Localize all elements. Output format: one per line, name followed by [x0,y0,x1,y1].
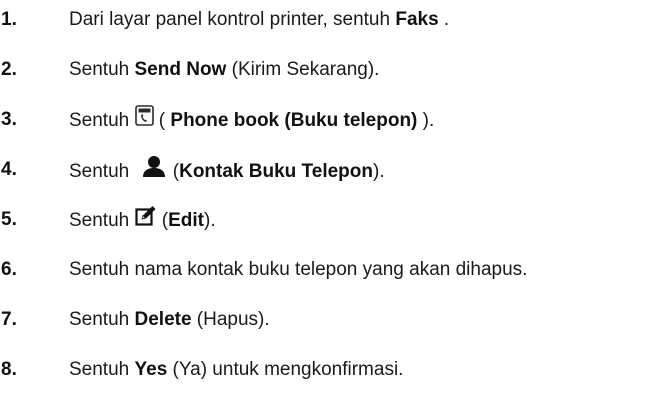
step-text-bold: Send Now [134,59,227,80]
step-text-before: Sentuh nama kontak buku telepon yang aka… [69,259,528,280]
step-text-after: (Ya) untuk mengkonfirmasi. [167,359,404,380]
step-text: Sentuh (Edit). [69,205,216,236]
step-text-before: Sentuh [69,161,135,182]
step-4: 4. Sentuh (Kontak Buku Telepon). [0,155,661,185]
phone-book-icon [134,105,154,136]
step-text-after: . [438,9,450,30]
step-text-bold: Delete [134,309,192,330]
step-7: 7. Sentuh Delete (Hapus). [0,305,661,335]
step-text: Sentuh Send Now (Kirim Sekarang). [69,55,379,85]
step-number: 3. [1,109,17,130]
step-text-before: Sentuh [69,59,135,80]
step-text-bold: Kontak Buku Telepon [179,161,373,182]
step-number: 4. [1,159,17,180]
step-text-before: Dari layar panel kontrol printer, sentuh [69,9,396,30]
step-text: Sentuh Delete (Hapus). [69,305,270,335]
step-1: 1. Dari layar panel kontrol printer, sen… [0,5,661,35]
step-text: Sentuh ( Phone book (Buku telepon) ). [69,105,434,136]
step-text-before: Sentuh [69,309,135,330]
step-text-bold: Edit [168,209,204,231]
step-text-after: ). [373,161,385,182]
step-text-before: Sentuh [69,209,135,231]
step-number: 7. [1,309,17,330]
step-text-after: (Kirim Sekarang). [226,59,380,80]
step-number: 5. [1,209,17,230]
step-text-mid: ( [153,109,171,131]
step-text: Sentuh (Kontak Buku Telepon). [69,155,385,189]
step-text-bold: Yes [134,359,168,380]
step-5: 5. Sentuh (Edit). [0,205,661,235]
step-number: 2. [1,59,17,80]
step-3: 3. Sentuh ( Phone book (Buku telepon) ). [0,105,661,135]
step-text-mid: ( [156,209,169,231]
edit-icon [134,205,157,236]
step-2: 2. Sentuh Send Now (Kirim Sekarang). [0,55,661,85]
step-text: Sentuh nama kontak buku telepon yang aka… [69,255,527,285]
step-8: 8. Sentuh Yes (Ya) untuk mengkonfirmasi. [0,355,661,385]
step-text-before: Sentuh [69,109,135,131]
step-text-before: Sentuh [69,359,135,380]
step-number: 1. [1,9,17,30]
step-text-bold: Phone book (Buku telepon) [170,109,418,131]
step-number: 8. [1,359,17,380]
step-text-after: (Hapus). [191,309,270,330]
step-text-after: ). [204,209,216,231]
step-6: 6. Sentuh nama kontak buku telepon yang … [0,255,661,285]
step-text: Dari layar panel kontrol printer, sentuh… [69,5,449,35]
step-text-mid: ( [167,161,180,182]
step-text-bold: Faks [395,9,439,30]
contact-person-icon [140,155,168,189]
step-number: 6. [1,259,17,280]
step-text-after: ). [417,109,435,131]
step-text: Sentuh Yes (Ya) untuk mengkonfirmasi. [69,355,403,385]
